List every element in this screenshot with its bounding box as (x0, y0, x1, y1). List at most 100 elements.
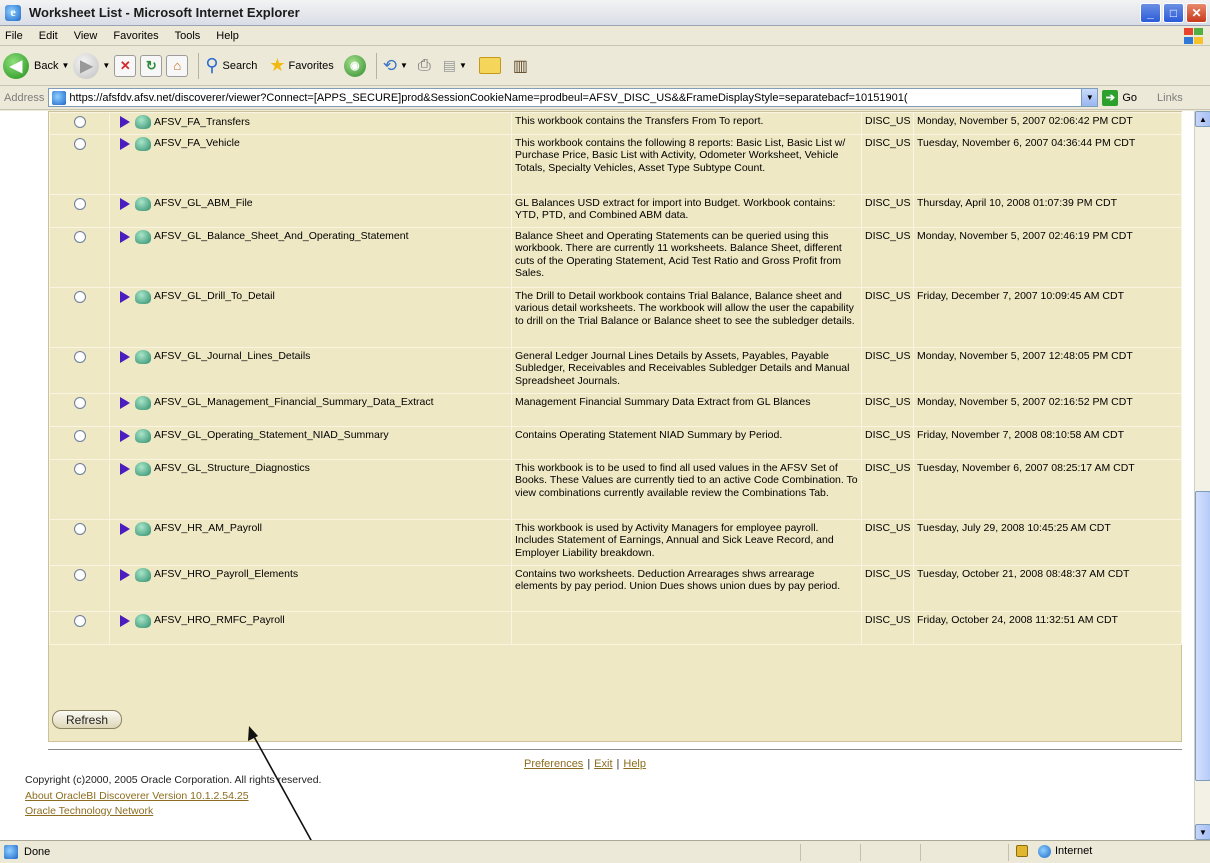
address-input[interactable]: https://afsfdv.afsv.net/discoverer/viewe… (48, 88, 1099, 107)
workbook-name[interactable]: AFSV_GL_Journal_Lines_Details (154, 350, 310, 363)
back-button[interactable]: ◀ Back ▼ (3, 52, 69, 79)
workbook-name[interactable]: AFSV_GL_Management_Financial_Summary_Dat… (154, 396, 434, 409)
expand-triangle-icon[interactable] (120, 350, 130, 363)
expand-triangle-icon[interactable] (120, 290, 130, 303)
exit-link[interactable]: Exit (594, 758, 612, 770)
workbook-row[interactable]: AFSV_GL_Balance_Sheet_And_Operating_Stat… (49, 226, 1182, 288)
workbook-row[interactable]: AFSV_GL_Management_Financial_Summary_Dat… (49, 392, 1182, 427)
stop-button[interactable]: ✕ (114, 54, 137, 77)
address-dropdown-icon[interactable]: ▼ (1081, 89, 1098, 106)
workbook-name[interactable]: AFSV_HRO_Payroll_Elements (154, 568, 298, 581)
workbook-radio[interactable] (73, 230, 86, 243)
expand-triangle-icon[interactable] (120, 197, 130, 210)
workbook-database: DISC_US (861, 193, 914, 228)
workbook-name[interactable]: AFSV_FA_Transfers (154, 116, 250, 129)
workbook-row[interactable]: AFSV_FA_Vehicle This workbook contains th… (49, 133, 1182, 195)
expand-triangle-icon[interactable] (120, 522, 130, 535)
menu-file[interactable]: File (0, 30, 31, 42)
help-link[interactable]: Help (623, 758, 646, 770)
workbook-icon (135, 461, 151, 476)
menu-help[interactable]: Help (208, 30, 247, 42)
workbook-radio[interactable] (73, 614, 86, 627)
workbook-row[interactable]: AFSV_HRO_RMFC_Payroll DISC_US Friday, Octo… (49, 610, 1182, 645)
workbook-row[interactable]: AFSV_GL_Operating_Statement_NIAD_Summary… (49, 425, 1182, 460)
links-button[interactable]: Links (1157, 92, 1183, 104)
home-button[interactable]: ⌂ (166, 54, 189, 77)
star-icon: ★ (269, 55, 286, 75)
go-arrow-icon[interactable]: ➔ (1102, 89, 1119, 106)
workbook-name[interactable]: AFSV_GL_Balance_Sheet_And_Operating_Stat… (154, 230, 409, 243)
expand-triangle-icon[interactable] (120, 230, 130, 243)
workbook-name[interactable]: AFSV_HR_AM_Payroll (154, 522, 262, 535)
workbook-description: Balance Sheet and Operating Statements c… (511, 226, 862, 288)
workbook-row[interactable]: AFSV_HR_AM_Payroll This workbook is used … (49, 518, 1182, 566)
workbook-icon (135, 115, 151, 129)
workbook-icon (135, 229, 151, 244)
expand-triangle-icon[interactable] (120, 429, 130, 442)
workbook-name[interactable]: AFSV_GL_Structure_Diagnostics (154, 462, 310, 475)
close-button[interactable]: ✕ (1186, 3, 1207, 23)
preferences-link[interactable]: Preferences (524, 758, 583, 770)
otn-link[interactable]: Oracle Technology Network (25, 805, 153, 817)
go-button[interactable]: Go (1122, 92, 1137, 104)
workbook-description: Management Financial Summary Data Extrac… (511, 392, 862, 427)
workbook-name[interactable]: AFSV_GL_Drill_To_Detail (154, 290, 275, 303)
history-button[interactable]: ⟲ ▼ (383, 56, 408, 76)
workbook-row[interactable]: AFSV_HRO_Payroll_Elements Contains two wo… (49, 564, 1182, 612)
scroll-thumb[interactable] (1195, 491, 1210, 781)
folder-button[interactable] (478, 57, 501, 74)
expand-triangle-icon[interactable] (120, 614, 130, 627)
expand-triangle-icon[interactable] (120, 462, 130, 475)
favorites-label: Favorites (288, 59, 334, 72)
workbook-name[interactable]: AFSV_FA_Vehicle (154, 137, 240, 150)
about-link[interactable]: About OracleBI Discoverer Version 10.1.2… (25, 790, 249, 802)
workbook-radio[interactable] (73, 290, 86, 303)
workbook-radio[interactable] (73, 429, 86, 442)
workbook-name[interactable]: AFSV_HRO_RMFC_Payroll (154, 614, 285, 627)
workbook-name-cell: AFSV_HR_AM_Payroll (109, 518, 512, 566)
refresh-button[interactable]: Refresh (52, 710, 122, 729)
workbook-radio[interactable] (73, 568, 86, 581)
menu-favorites[interactable]: Favorites (105, 30, 166, 42)
search-button[interactable]: ⚲ Search (205, 55, 257, 76)
vertical-scrollbar[interactable]: ▲ ▼ (1194, 111, 1210, 840)
workbook-radio[interactable] (73, 137, 86, 150)
expand-triangle-icon[interactable] (120, 396, 130, 409)
print-button[interactable]: ⎙ (418, 57, 431, 75)
workbook-date: Thursday, April 10, 2008 01:07:39 PM CDT (913, 193, 1182, 228)
media-button[interactable]: ◉ (343, 54, 366, 77)
workbook-row[interactable]: AFSV_GL_Structure_Diagnostics This workbo… (49, 458, 1182, 520)
workbook-name-cell: AFSV_GL_Journal_Lines_Details (109, 346, 512, 394)
workbook-database: DISC_US (861, 226, 914, 288)
workbook-radio[interactable] (73, 197, 86, 210)
workbook-radio[interactable] (73, 350, 86, 363)
workbook-row[interactable]: AFSV_GL_ABM_File GL Balances USD extract … (49, 193, 1182, 228)
scroll-down-button[interactable]: ▼ (1195, 824, 1210, 840)
workbook-radio[interactable] (73, 462, 86, 475)
workbook-date: Tuesday, July 29, 2008 10:45:25 AM CDT (913, 518, 1182, 566)
minimize-button[interactable]: _ (1140, 3, 1161, 23)
menu-tools[interactable]: Tools (167, 30, 209, 42)
workbook-radio[interactable] (73, 396, 86, 409)
workbook-row[interactable]: AFSV_FA_Transfers This workbook contains … (49, 112, 1182, 135)
expand-triangle-icon[interactable] (120, 568, 130, 581)
workbook-name[interactable]: AFSV_GL_ABM_File (154, 197, 253, 210)
workbook-description: Contains Operating Statement NIAD Summar… (511, 425, 862, 460)
forward-button[interactable]: ▶ ▼ (73, 52, 110, 79)
research-button[interactable]: ▥ (513, 56, 528, 76)
workbook-radio[interactable] (73, 522, 86, 535)
workbook-row[interactable]: AFSV_GL_Drill_To_Detail The Drill to Deta… (49, 286, 1182, 348)
menu-edit[interactable]: Edit (31, 30, 66, 42)
expand-triangle-icon[interactable] (120, 137, 130, 150)
workbook-date: Monday, November 5, 2007 12:48:05 PM CDT (913, 346, 1182, 394)
menu-view[interactable]: View (66, 30, 106, 42)
expand-triangle-icon[interactable] (120, 116, 130, 128)
workbook-radio[interactable] (73, 116, 86, 128)
refresh-page-button[interactable]: ↻ (140, 54, 163, 77)
maximize-button[interactable]: □ (1163, 3, 1184, 23)
workbook-row[interactable]: AFSV_GL_Journal_Lines_Details General Led… (49, 346, 1182, 394)
workbook-name[interactable]: AFSV_GL_Operating_Statement_NIAD_Summary (154, 429, 389, 442)
favorites-button[interactable]: ★ Favorites (269, 55, 333, 76)
edit-button[interactable]: ▤ ▼ (443, 57, 467, 74)
scroll-up-button[interactable]: ▲ (1195, 111, 1210, 127)
